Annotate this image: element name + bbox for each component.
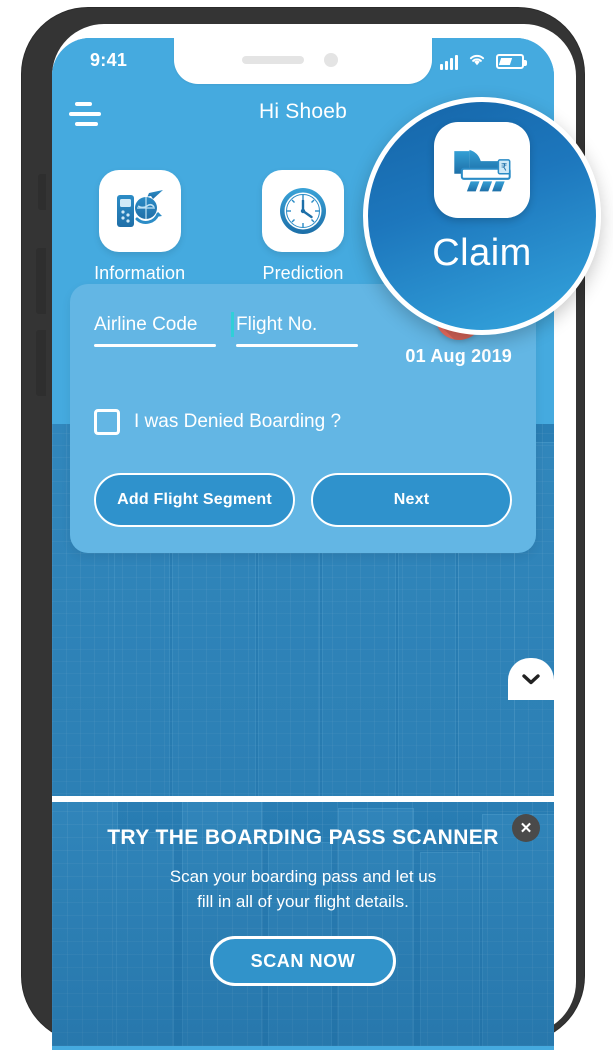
- clock-icon: [261, 170, 344, 252]
- silent-switch-button[interactable]: [38, 174, 46, 210]
- quick-action-label: Prediction: [262, 263, 344, 283]
- passport-globe-plane-icon: [98, 170, 181, 252]
- banner-subtitle-line-1: Scan your boarding pass and let us: [169, 867, 437, 886]
- banner-title: TRY THE BOARDING PASS SCANNER: [107, 826, 499, 849]
- denied-boarding-checkbox-row[interactable]: I was Denied Boarding ?: [94, 409, 512, 435]
- flight-number-field[interactable]: Flight No.: [231, 312, 358, 347]
- banner-subtitle-line-2: fill in all of your flight details.: [197, 892, 409, 911]
- quick-action-prediction[interactable]: Prediction: [221, 170, 384, 284]
- airline-code-field[interactable]: Airline Code: [94, 314, 216, 347]
- volume-up-button[interactable]: [36, 248, 46, 314]
- chevron-down-icon[interactable]: [508, 658, 554, 700]
- battery-icon: [496, 54, 527, 69]
- svg-text:₹: ₹: [501, 163, 507, 174]
- airline-code-input[interactable]: Airline Code: [94, 314, 216, 344]
- denied-boarding-label: I was Denied Boarding ?: [134, 411, 342, 432]
- signal-icon: [440, 54, 458, 70]
- earpiece-speaker: [242, 56, 304, 64]
- flight-number-input[interactable]: Flight No.: [236, 314, 358, 344]
- quick-action-label: Information: [94, 263, 186, 283]
- form-actions-row: Add Flight Segment Next: [94, 473, 512, 527]
- text-cursor: [231, 312, 234, 337]
- airline-code-underline: [94, 344, 216, 347]
- screenshot-root: 9:41 Hi Shoeb Information Prediction Air…: [0, 0, 613, 1050]
- next-button[interactable]: Next: [311, 473, 512, 527]
- close-icon[interactable]: ✕: [512, 814, 540, 842]
- phone-notch: [174, 38, 432, 84]
- main-content: Airline Code Flight No. 01 Aug 2019 I wa…: [52, 284, 554, 1046]
- banner-content: TRY THE BOARDING PASS SCANNER Scan your …: [52, 802, 554, 986]
- wifi-icon: [467, 51, 487, 72]
- status-bar-icons: [440, 51, 527, 72]
- banner-subtitle: Scan your boarding pass and let us fill …: [52, 864, 554, 914]
- boarding-pass-scanner-banner: ✕ TRY THE BOARDING PASS SCANNER Scan you…: [52, 802, 554, 1046]
- hand-holding-rupee-notes-icon: ₹: [434, 122, 530, 218]
- denied-boarding-checkbox[interactable]: [94, 409, 120, 435]
- front-camera: [324, 53, 338, 67]
- flight-date-value: 01 Aug 2019: [405, 346, 512, 366]
- quick-action-information[interactable]: Information: [58, 170, 221, 284]
- status-bar-clock: 9:41: [90, 50, 128, 70]
- flight-number-underline: [236, 344, 358, 347]
- scan-now-button[interactable]: SCAN NOW: [210, 936, 396, 986]
- volume-down-button[interactable]: [36, 330, 46, 396]
- claim-magnifier-callout: ₹ Claim: [363, 97, 601, 335]
- magnifier-label: Claim: [432, 232, 532, 274]
- add-flight-segment-button[interactable]: Add Flight Segment: [94, 473, 295, 527]
